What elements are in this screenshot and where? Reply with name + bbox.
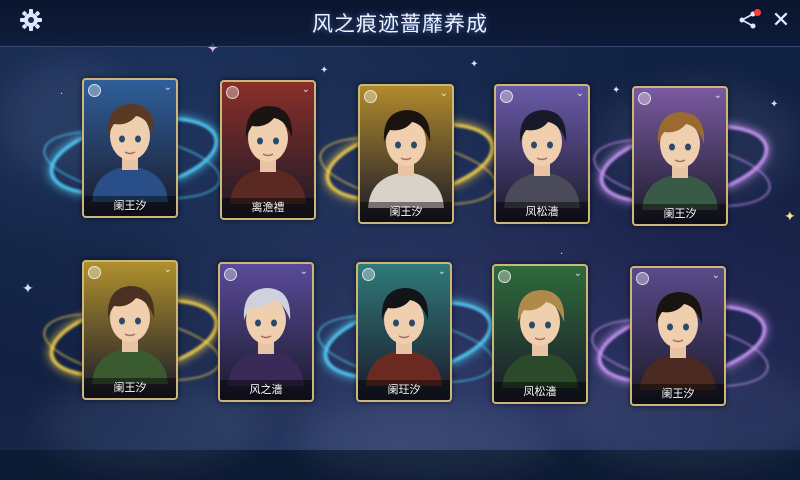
character-name: 阑王汐 bbox=[84, 196, 176, 216]
character-name: 凤松濇 bbox=[496, 202, 588, 222]
chevron-down-icon: ⌄ bbox=[439, 88, 448, 99]
character-card[interactable]: ⌄ 阑王汐 bbox=[632, 86, 728, 226]
character-card-slot: ⌄ 阑玨汐 bbox=[311, 262, 501, 402]
portrait-frame bbox=[632, 280, 724, 390]
page-title: 风之痕迹蔷靡养成 bbox=[312, 12, 488, 36]
character-name: 阑王汐 bbox=[360, 202, 452, 222]
chevron-down-icon: ⌄ bbox=[711, 270, 720, 281]
character-portrait bbox=[366, 288, 442, 386]
portrait-frame bbox=[84, 92, 176, 202]
character-portrait bbox=[502, 290, 578, 388]
character-card-slot: ⌄ 阑王汐 bbox=[37, 78, 227, 218]
character-card[interactable]: ⌄ 凤松濇 bbox=[492, 264, 588, 404]
chevron-down-icon: ⌄ bbox=[573, 268, 582, 279]
character-name: 阑王汐 bbox=[84, 378, 176, 398]
sparkle-icon: · bbox=[560, 249, 564, 260]
portrait-frame bbox=[634, 100, 726, 210]
cloud bbox=[300, 400, 560, 480]
sparkle-icon: ✦ bbox=[770, 99, 779, 110]
sparkle-icon: · bbox=[60, 89, 64, 100]
character-card-slot: ⌄ 凤松濇 bbox=[492, 264, 588, 404]
character-card[interactable]: ⌄ 离澹禮 bbox=[220, 80, 316, 220]
character-name: 凤松濇 bbox=[494, 382, 586, 402]
character-card[interactable]: ⌄ 阑王汐 bbox=[82, 260, 178, 400]
character-card[interactable]: ⌄ 凤松濇 bbox=[494, 84, 590, 224]
element-badge-icon bbox=[498, 270, 511, 283]
chevron-down-icon: ⌄ bbox=[299, 266, 308, 277]
character-portrait bbox=[92, 104, 168, 202]
sparkle-icon: ✦ bbox=[22, 281, 34, 297]
character-card[interactable]: ⌄ 风之濇 bbox=[218, 262, 314, 402]
character-card-slot: ⌄ 阑王汐 bbox=[585, 266, 775, 406]
element-badge-icon bbox=[88, 84, 101, 97]
element-badge-icon bbox=[638, 92, 651, 105]
character-card-slot: ⌄ 凤松濇 bbox=[494, 84, 590, 224]
sparkle-icon: ✦ bbox=[612, 85, 621, 96]
element-badge-icon bbox=[500, 90, 513, 103]
character-name: 离澹禮 bbox=[222, 198, 314, 218]
character-card[interactable]: ⌄ 阑玨汐 bbox=[356, 262, 452, 402]
character-name: 阑玨汐 bbox=[358, 380, 450, 400]
notification-dot bbox=[754, 9, 761, 16]
character-portrait bbox=[642, 112, 718, 210]
character-name: 风之濇 bbox=[220, 380, 312, 400]
character-card[interactable]: ⌄ 阑王汐 bbox=[358, 84, 454, 224]
character-name: 阑王汐 bbox=[632, 384, 724, 404]
character-portrait bbox=[368, 110, 444, 208]
chevron-down-icon: ⌄ bbox=[713, 90, 722, 101]
element-badge-icon bbox=[636, 272, 649, 285]
portrait-frame bbox=[220, 276, 312, 386]
portrait-frame bbox=[222, 94, 314, 204]
portrait-frame bbox=[360, 98, 452, 208]
portrait-frame bbox=[494, 278, 586, 388]
element-badge-icon bbox=[226, 86, 239, 99]
share-button[interactable] bbox=[731, 3, 765, 37]
character-portrait bbox=[92, 286, 168, 384]
chevron-down-icon: ⌄ bbox=[575, 88, 584, 99]
character-card[interactable]: ⌄ 阑王汐 bbox=[82, 78, 178, 218]
character-card[interactable]: ⌄ 阑王汐 bbox=[630, 266, 726, 406]
close-button[interactable]: ✕ bbox=[764, 3, 798, 37]
portrait-frame bbox=[496, 98, 588, 208]
character-card-slot: ⌄ 阑王汐 bbox=[587, 86, 777, 226]
character-portrait bbox=[230, 106, 306, 204]
character-card-slot: ⌄ 离澹禮 bbox=[220, 80, 316, 220]
character-card-slot: ⌄ 阑王汐 bbox=[313, 84, 503, 224]
character-portrait bbox=[228, 288, 304, 386]
title-bar: 风之痕迹蔷靡养成 ✕ bbox=[0, 0, 800, 47]
element-badge-icon bbox=[362, 268, 375, 281]
character-portrait bbox=[504, 110, 580, 208]
chevron-down-icon: ⌄ bbox=[437, 266, 446, 277]
portrait-frame bbox=[84, 274, 176, 384]
element-badge-icon bbox=[364, 90, 377, 103]
sparkle-icon: ✦ bbox=[320, 65, 329, 76]
character-card-slot: ⌄ 风之濇 bbox=[218, 262, 314, 402]
character-name: 阑王汐 bbox=[634, 204, 726, 224]
portrait-frame bbox=[358, 276, 450, 386]
chevron-down-icon: ⌄ bbox=[163, 264, 172, 275]
sparkle-icon: ✦ bbox=[784, 209, 796, 225]
character-card-slot: ⌄ 阑王汐 bbox=[37, 260, 227, 400]
chevron-down-icon: ⌄ bbox=[163, 82, 172, 93]
close-icon: ✕ bbox=[771, 7, 791, 33]
sparkle-icon: ✦ bbox=[470, 59, 479, 70]
chevron-down-icon: ⌄ bbox=[301, 84, 310, 95]
element-badge-icon bbox=[224, 268, 237, 281]
character-portrait bbox=[640, 292, 716, 390]
element-badge-icon bbox=[88, 266, 101, 279]
